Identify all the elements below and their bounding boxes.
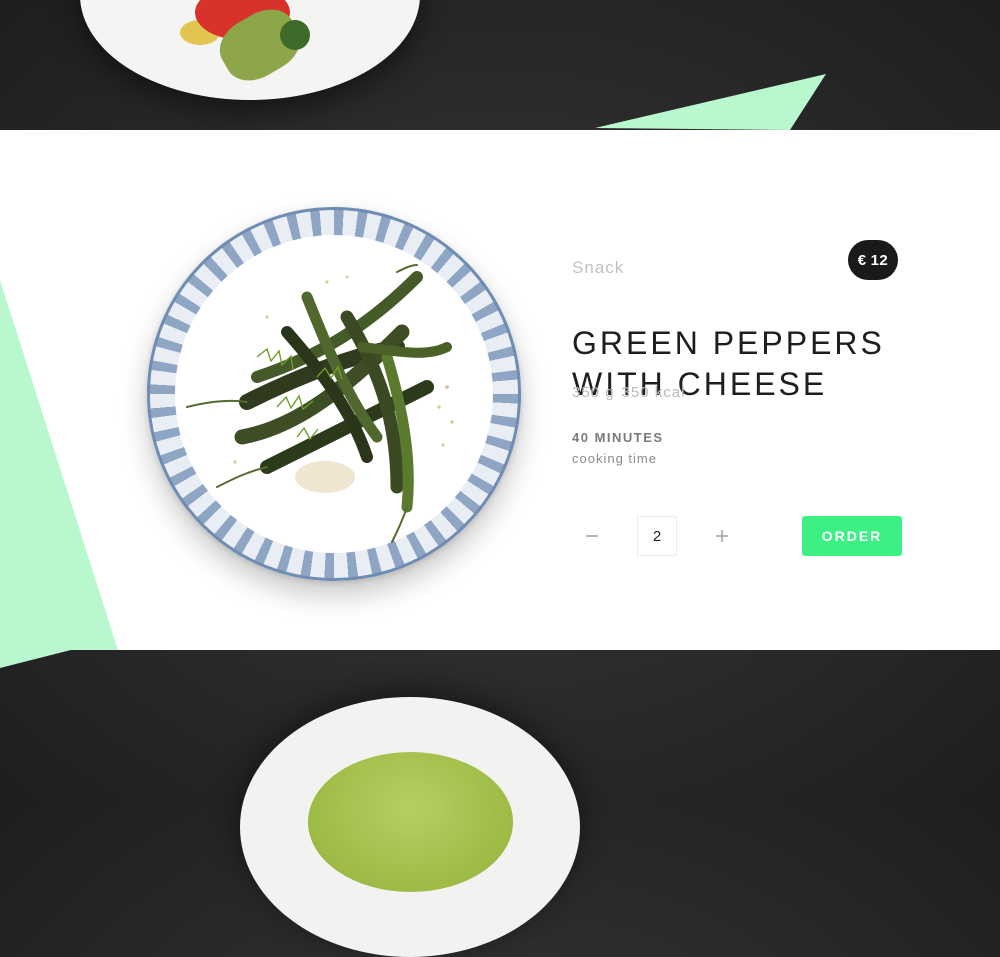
- product-weight: 350 g: [572, 384, 615, 401]
- dish-food-image: [186, 264, 454, 543]
- product-title-line-1: GREEN PEPPERS: [572, 325, 885, 362]
- cooking-time-value: 40 MINUTES: [572, 430, 664, 445]
- price-value: 12: [870, 251, 889, 269]
- order-button[interactable]: ORDER: [802, 516, 902, 556]
- mint-accent-top: [595, 74, 826, 130]
- card-left-cut: [0, 280, 118, 650]
- product-meta: 350 g 350 kcal: [572, 384, 685, 401]
- increase-quantity-button[interactable]: [707, 521, 737, 551]
- price-badge: € 12: [848, 240, 898, 280]
- cooking-time-label: cooking time: [572, 451, 657, 466]
- minus-icon: [586, 535, 598, 537]
- price-currency: €: [857, 251, 867, 269]
- plus-icon: [716, 530, 728, 542]
- product-calories: 350 kcal: [621, 384, 686, 401]
- decrease-quantity-button[interactable]: [577, 521, 607, 551]
- quantity-field[interactable]: 2: [637, 516, 677, 556]
- product-category: Snack: [572, 258, 625, 277]
